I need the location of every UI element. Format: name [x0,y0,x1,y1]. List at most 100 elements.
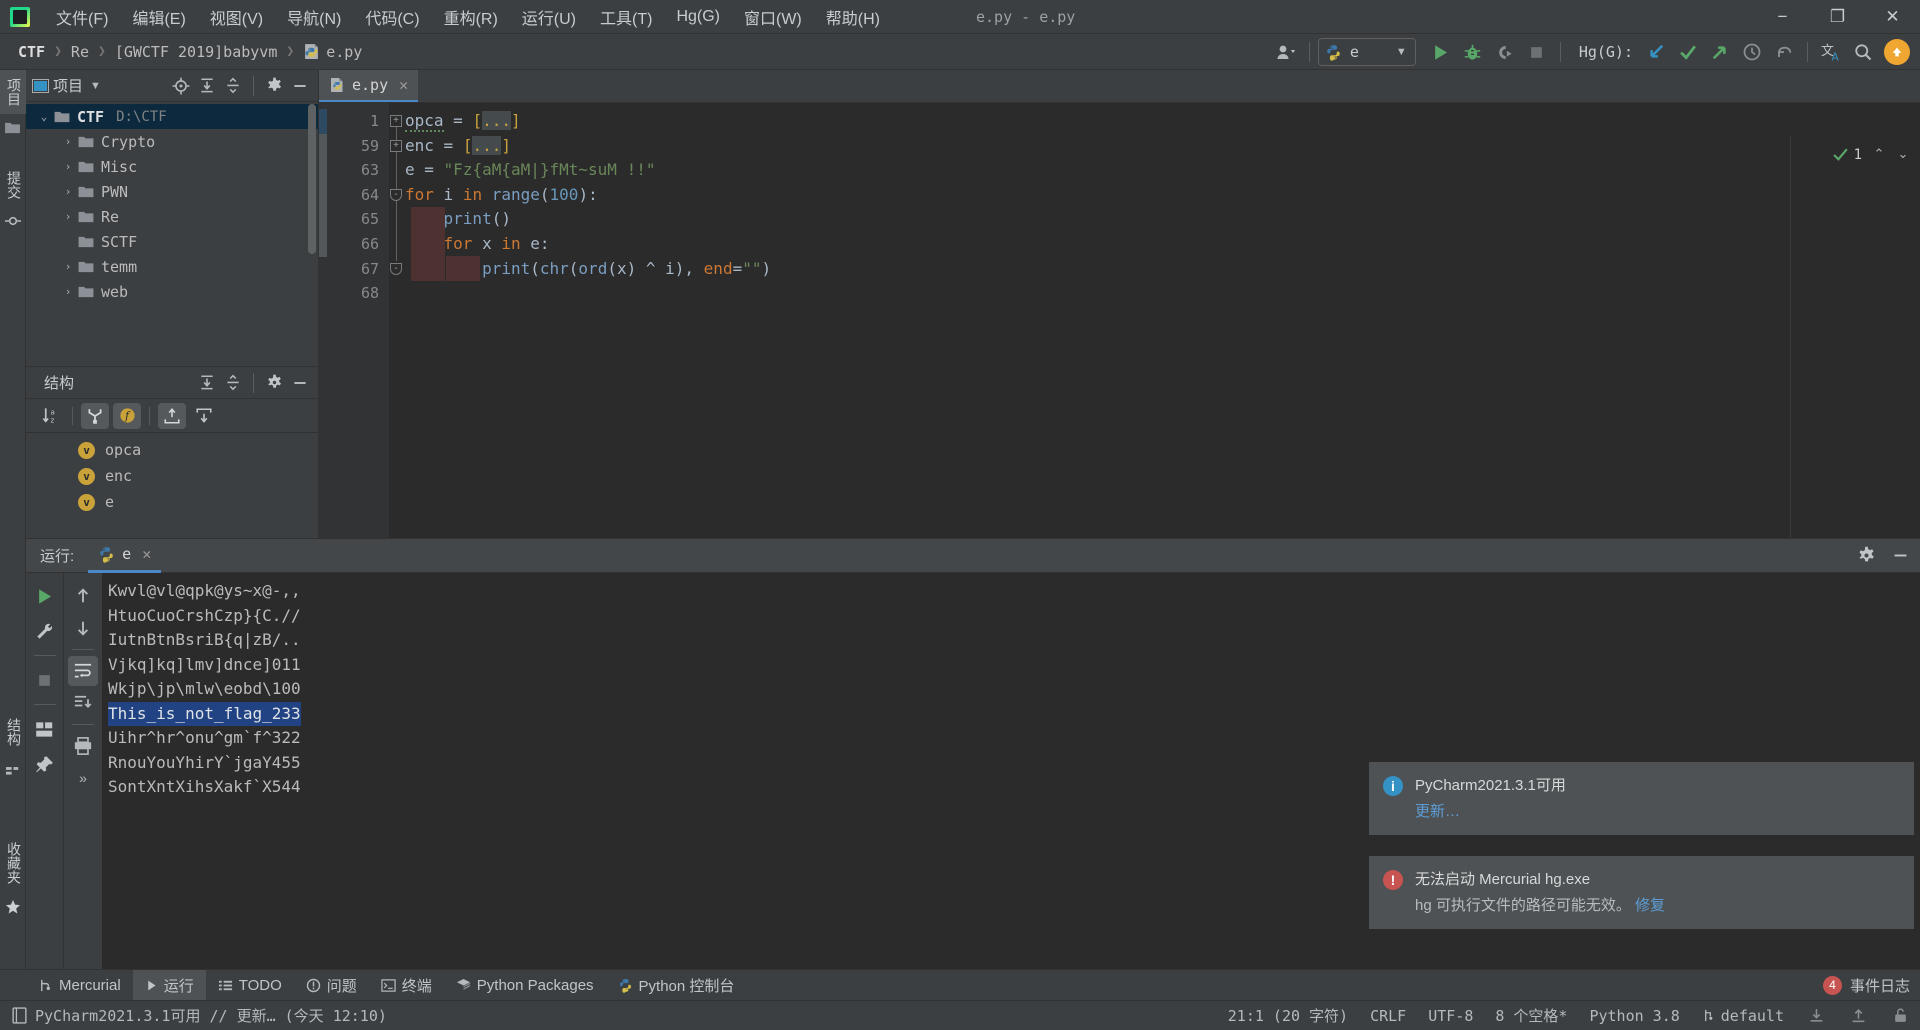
scroll-to-end-icon[interactable] [68,688,98,718]
sidebar-tab-commit[interactable]: 提交 [0,163,28,207]
menu-navigate[interactable]: 导航(N) [275,0,353,34]
run-tab-e[interactable]: e ✕ [88,539,162,573]
notification-update-link[interactable]: 更新… [1415,800,1566,821]
hg-update-button[interactable] [1641,38,1671,66]
chevron-right-icon[interactable]: › [58,285,78,298]
print-icon[interactable] [68,731,98,761]
file-encoding[interactable]: UTF-8 [1428,1007,1473,1025]
status-message[interactable]: PyCharm2021.3.1可用 // 更新… (今天 12:10) [35,1005,387,1026]
chevron-down-icon[interactable]: ▼ [1396,46,1407,58]
chevron-down-icon[interactable]: ▼ [90,80,101,92]
tree-item-crypto[interactable]: › Crypto [26,129,318,154]
menu-hg[interactable]: Hg(G) [664,3,732,31]
tool-window-python-console[interactable]: Python 控制台 [606,970,747,1001]
tree-item-sctf[interactable]: SCTF [26,229,318,254]
menu-tools[interactable]: 工具(T) [588,0,664,34]
run-with-coverage-button[interactable] [1490,38,1520,66]
close-icon[interactable]: ✕ [399,76,408,94]
editor-tab-epy[interactable]: e.py ✕ [319,70,419,102]
code-folding-column[interactable]: + + - - [389,103,405,538]
editor-gutter[interactable]: 1 59 63 64 65 66 67 68 [319,103,389,538]
chevron-right-icon[interactable]: › [58,135,78,148]
star-icon[interactable] [0,892,26,922]
tree-item-ctf[interactable]: ⌄ CTF D:\CTF [26,104,318,129]
show-fields-icon[interactable]: f [113,402,141,429]
fold-expand-icon[interactable]: + [390,140,402,152]
breadcrumb-item-file[interactable]: e.py [299,41,366,63]
tool-window-run[interactable]: 运行 [132,969,206,1001]
lock-icon[interactable] [1890,1007,1910,1024]
debug-button[interactable] [1458,38,1488,66]
show-inherited-icon[interactable] [81,402,109,429]
collapse-all-icon[interactable] [221,74,245,98]
menu-refactor[interactable]: 重构(R) [432,0,510,34]
event-log-label[interactable]: 事件日志 [1850,975,1910,996]
event-log-area[interactable]: 4 事件日志 [1822,975,1910,996]
chevron-right-icon[interactable]: › [58,160,78,173]
gear-icon[interactable] [262,371,286,395]
layout-button[interactable] [30,714,60,744]
close-icon[interactable]: ✕ [142,545,151,563]
soft-wrap-icon[interactable] [68,656,98,686]
minimize-button[interactable]: − [1755,0,1810,34]
tree-item-temm[interactable]: › temm [26,254,318,279]
update-available-icon[interactable] [1884,39,1910,65]
scroll-from-source-icon[interactable] [158,402,186,429]
collapse-all-icon[interactable] [221,371,245,395]
structure-item-enc[interactable]: v enc [26,463,318,489]
menu-window[interactable]: 窗口(W) [732,0,814,34]
hide-panel-icon[interactable] [288,371,312,395]
tree-item-web[interactable]: › web [26,279,318,304]
fold-collapse-icon[interactable]: - [390,263,402,275]
gear-icon[interactable] [262,74,286,98]
fold-expand-icon[interactable]: + [390,115,402,127]
notification-fix-link[interactable]: 修复 [1635,897,1665,914]
code-content[interactable]: opca = [...] enc = [...] e = "Fz{aM{aM|}… [405,103,1920,538]
run-configuration-selector[interactable]: e ▼ [1317,38,1416,66]
fold-collapse-icon[interactable]: - [390,189,402,201]
stop-button[interactable] [30,665,60,695]
structure-item-e[interactable]: v e [26,489,318,515]
down-the-stack-icon[interactable] [68,613,98,643]
chevron-right-icon[interactable]: › [58,185,78,198]
gear-icon[interactable] [1854,544,1878,568]
structure-item-opca[interactable]: v opca [26,437,318,463]
editor-inspection-gutter[interactable]: 1 ⌃ ⌄ [1790,136,1920,571]
structure-icon[interactable] [0,754,26,782]
stop-button[interactable] [1522,38,1552,66]
expand-all-icon[interactable] [195,74,219,98]
search-icon[interactable] [1848,38,1878,66]
run-button[interactable] [1426,38,1456,66]
tool-window-todo[interactable]: TODO [206,970,294,1001]
python-interpreter[interactable]: Python 3.8 [1589,1007,1679,1025]
menu-edit[interactable]: 编辑(E) [120,0,197,34]
code-fold-placeholder[interactable]: ... [472,135,502,155]
commit-node-icon[interactable] [0,207,25,235]
locate-file-icon[interactable] [169,74,193,98]
sidebar-tab-project[interactable]: 项目 [0,70,28,114]
notification-update-available[interactable]: i PyCharm2021.3.1可用 更新… [1369,762,1914,835]
indent-setting[interactable]: 8 个空格* [1495,1005,1567,1026]
folder-icon[interactable] [0,114,25,141]
maximize-button[interactable]: ❐ [1810,0,1865,34]
tool-window-terminal[interactable]: 终端 [369,970,444,1001]
sidebar-tab-favorites[interactable]: 收藏夹 [0,834,28,892]
pin-icon[interactable] [30,749,60,779]
sidebar-tab-structure[interactable]: 结构 [0,710,28,754]
tool-window-mercurial[interactable]: Mercurial [26,970,133,1001]
menu-view[interactable]: 视图(V) [198,0,275,34]
hg-push-button[interactable] [1705,38,1735,66]
inspection-status[interactable]: 1 [1832,146,1862,163]
history-icon[interactable] [1737,38,1767,66]
chevron-right-icon[interactable]: › [58,260,78,273]
user-account-icon[interactable] [1271,38,1301,66]
previous-problem-icon[interactable]: ⌃ [1868,146,1890,162]
notification-icon[interactable] [12,1007,27,1024]
revert-icon[interactable] [1769,38,1799,66]
tool-window-python-packages[interactable]: Python Packages [444,970,606,1001]
tree-item-pwn[interactable]: › PWN [26,179,318,204]
tree-item-re[interactable]: › Re [26,204,318,229]
expand-all-icon[interactable] [195,371,219,395]
sort-alphabetically-icon[interactable]: a z [36,403,64,429]
menu-code[interactable]: 代码(C) [353,0,431,34]
